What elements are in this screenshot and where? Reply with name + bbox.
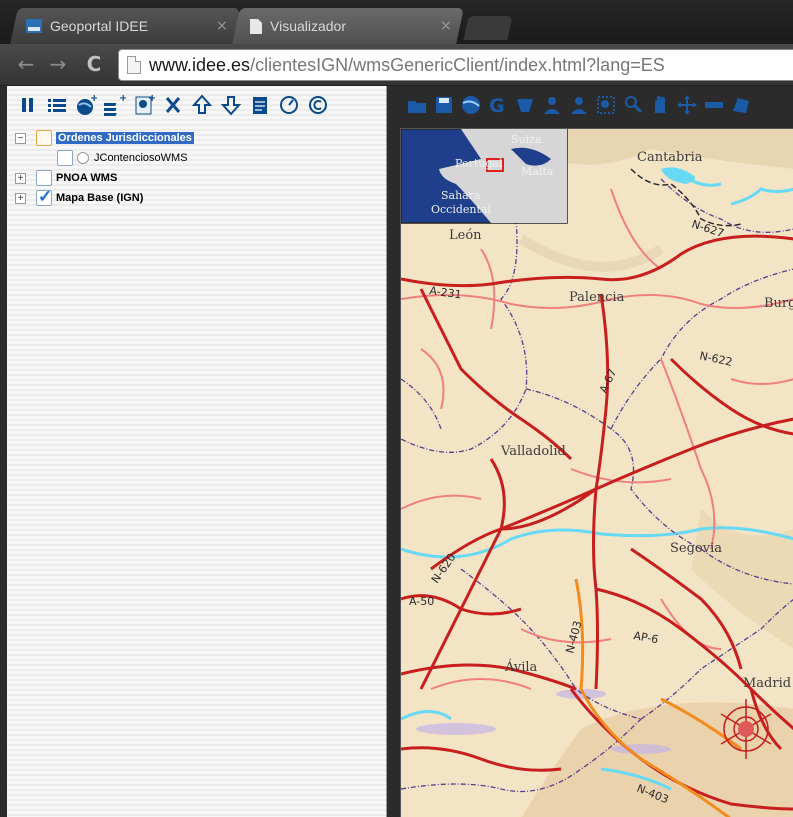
layer-panel: + + + − Ordenes Jurisdiccionales JConten…: [7, 86, 387, 817]
list-icon[interactable]: [46, 93, 68, 117]
google-g-icon[interactable]: G: [487, 93, 509, 117]
copyright-icon[interactable]: [307, 93, 329, 117]
bucket-icon[interactable]: [514, 93, 536, 117]
back-arrow-icon[interactable]: ←: [14, 52, 38, 76]
panel-splitter[interactable]: [388, 86, 396, 817]
collapse-toggle[interactable]: −: [15, 132, 26, 144]
overview-label: Suiza: [511, 133, 542, 146]
svg-text:+: +: [148, 93, 155, 104]
layer-label-ordenes[interactable]: Ordenes Jurisdiccionales: [56, 132, 194, 144]
move-down-icon[interactable]: [220, 93, 242, 117]
url-path: /clientesIGN/wmsGenericClient/index.html…: [250, 54, 665, 75]
map-panel: G Cantabria León Palencia Bur Valladolid…: [396, 86, 793, 817]
place-label: Madrid: [743, 676, 791, 691]
tree-node-pnoa: + PNOA WMS: [15, 168, 375, 188]
map-drawing: Cantabria León Palencia Burg Valladolid …: [401, 129, 793, 817]
viewer-app: + + + − Ordenes Jurisdiccionales JConten…: [0, 86, 793, 817]
map-toolbar: G: [396, 86, 793, 124]
layer-label-jcontencioso[interactable]: JContenciosoWMS: [94, 152, 188, 164]
tab-geoportal[interactable]: [10, 8, 240, 44]
overview-label: Sahara: [441, 189, 481, 202]
svg-text:G: G: [489, 95, 505, 117]
remove-layer-icon[interactable]: [162, 93, 184, 117]
layer-label-mapa-base[interactable]: Mapa Base (IGN): [56, 192, 143, 204]
tree-node-ordenes: − Ordenes Jurisdiccionales: [15, 128, 375, 148]
zoom-user-icon[interactable]: [622, 93, 644, 117]
expand-toggle[interactable]: +: [15, 192, 26, 204]
expand-toggle[interactable]: +: [15, 172, 26, 184]
place-label: Valladolid: [500, 444, 566, 459]
overview-map[interactable]: Suiza Portugal Malta Sahara Occidental: [401, 129, 568, 224]
page-icon: [127, 56, 141, 74]
place-label: Palencia: [569, 290, 625, 305]
measure-area-icon[interactable]: [730, 93, 752, 117]
place-label: Cantabria: [637, 150, 703, 165]
overview-label: Portugal: [455, 157, 503, 170]
pan-hand-icon[interactable]: [649, 93, 671, 117]
add-kml-icon[interactable]: +: [133, 93, 155, 117]
layer-radio[interactable]: [77, 152, 89, 164]
place-label: Ávila: [504, 659, 538, 675]
forward-arrow-icon[interactable]: →: [46, 52, 70, 76]
road-label: A-50: [409, 595, 434, 608]
zoom-box-icon[interactable]: [595, 93, 617, 117]
place-label: Burg: [764, 296, 793, 311]
move-up-icon[interactable]: [191, 93, 213, 117]
user-icon[interactable]: [541, 93, 563, 117]
tree-node-mapa-base: + Mapa Base (IGN): [15, 187, 375, 208]
user-pin-icon[interactable]: [568, 93, 590, 117]
browser-tab-bar: Geoportal IDEE × Visualizador ×: [0, 0, 793, 44]
overview-label: Occidental: [431, 203, 491, 216]
opacity-dial-icon[interactable]: [278, 93, 300, 117]
save-icon[interactable]: [433, 93, 455, 117]
layer-checkbox-checked[interactable]: [36, 187, 52, 207]
document-icon[interactable]: [249, 93, 271, 117]
open-folder-icon[interactable]: [406, 93, 428, 117]
measure-line-icon[interactable]: [703, 93, 725, 117]
move-cross-icon[interactable]: [676, 93, 698, 117]
layer-checkbox[interactable]: [57, 150, 73, 166]
tree-node-jcontencioso: JContenciosoWMS: [15, 148, 375, 168]
new-tab-button[interactable]: [463, 16, 513, 40]
layer-label-pnoa[interactable]: PNOA WMS: [56, 172, 117, 184]
overview-label: Malta: [521, 165, 554, 178]
reload-icon[interactable]: C: [82, 52, 106, 76]
add-layer-stack-icon[interactable]: +: [104, 93, 126, 117]
svg-text:+: +: [119, 93, 126, 104]
place-label: Segovia: [670, 541, 722, 556]
globe-icon[interactable]: [460, 93, 482, 117]
add-globe-service-icon[interactable]: +: [75, 93, 97, 117]
tab-visualizador[interactable]: [232, 8, 464, 44]
pause-icon[interactable]: [17, 93, 39, 117]
map-canvas[interactable]: Cantabria León Palencia Burg Valladolid …: [400, 128, 793, 817]
layer-checkbox[interactable]: [36, 170, 52, 186]
layer-toolbar: + + +: [7, 86, 387, 124]
place-label: León: [449, 228, 482, 243]
browser-toolbar: ← → C www.idee.es/clientesIGN/wmsGeneric…: [0, 44, 793, 86]
url-host: www.idee.es: [149, 54, 251, 75]
address-bar[interactable]: www.idee.es/clientesIGN/wmsGenericClient…: [118, 49, 793, 81]
layer-checkbox[interactable]: [36, 130, 52, 146]
svg-text:+: +: [90, 93, 97, 104]
layer-tree: − Ordenes Jurisdiccionales JContenciosoW…: [15, 128, 375, 208]
